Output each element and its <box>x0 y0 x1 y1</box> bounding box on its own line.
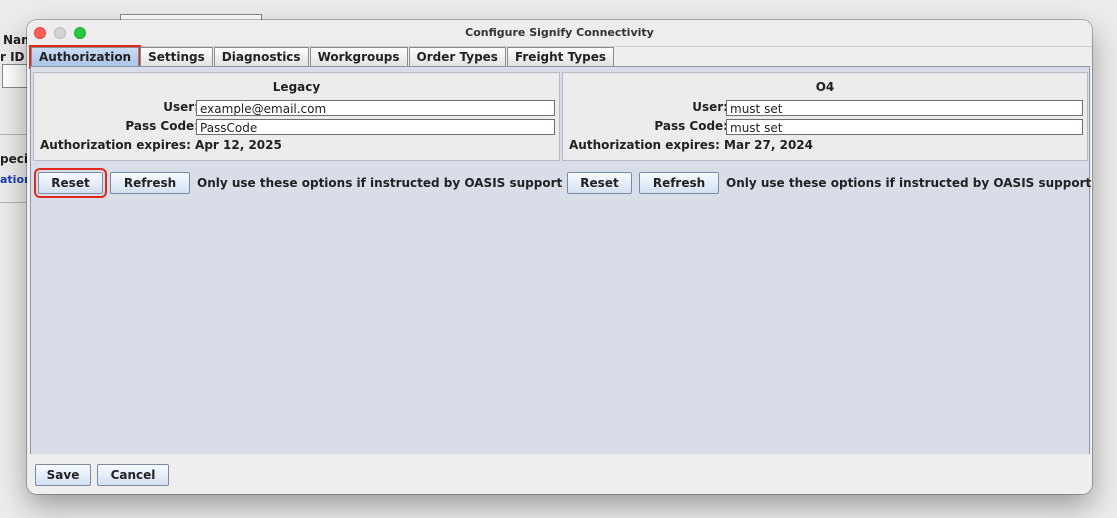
tab-workgroups[interactable]: Workgroups <box>309 47 408 66</box>
o4-support-note: Only use these options if instructed by … <box>726 176 1092 190</box>
o4-title: O4 <box>815 80 835 94</box>
dialog-button-bar: Save Cancel <box>27 454 1092 494</box>
o4-reset-button[interactable]: Reset <box>567 172 632 194</box>
save-button[interactable]: Save <box>35 464 91 486</box>
tab-authorization[interactable]: Authorization <box>28 45 142 69</box>
bg-special-label: peci <box>0 152 28 166</box>
legacy-passcode-field[interactable]: PassCode <box>196 119 555 135</box>
close-window-icon[interactable] <box>34 27 46 39</box>
legacy-expires: Authorization expires: Apr 12, 2025 <box>40 138 282 152</box>
legacy-title: Legacy <box>272 80 321 94</box>
tab-freight-types[interactable]: Freight Types <box>506 47 615 66</box>
legacy-user-field[interactable]: example@email.com <box>196 100 555 116</box>
dialog-title: Configure Signify Connectivity <box>465 26 654 39</box>
minimize-window-icon[interactable] <box>54 27 66 39</box>
bg-divider-2 <box>0 202 27 203</box>
tab-bar: Authorization Settings Diagnostics Workg… <box>28 45 615 69</box>
tab-settings[interactable]: Settings <box>140 47 213 66</box>
title-bar[interactable]: Configure Signify Connectivity <box>27 20 1092 47</box>
bg-id-label: r ID <box>0 50 25 64</box>
o4-panel: O4 User: must set Pass Code: must set Au… <box>562 72 1088 161</box>
legacy-passcode-label: Pass Code: <box>125 119 199 133</box>
o4-expires: Authorization expires: Mar 27, 2024 <box>569 138 814 152</box>
legacy-panel: Legacy User: example@email.com Pass Code… <box>33 72 560 161</box>
tab-order-types[interactable]: Order Types <box>408 47 506 66</box>
o4-passcode-label: Pass Code: <box>654 119 728 133</box>
maximize-window-icon[interactable] <box>74 27 86 39</box>
o4-user-field[interactable]: must set <box>726 100 1083 116</box>
tab-diagnostics[interactable]: Diagnostics <box>213 47 309 66</box>
o4-passcode-field[interactable]: must set <box>726 119 1083 135</box>
bg-id-field <box>2 64 28 88</box>
bg-divider <box>0 134 27 135</box>
o4-refresh-button[interactable]: Refresh <box>639 172 719 194</box>
cancel-button[interactable]: Cancel <box>97 464 169 486</box>
configure-dialog: Configure Signify Connectivity Authoriza… <box>27 20 1092 494</box>
legacy-reset-button[interactable]: Reset <box>34 168 107 198</box>
legacy-support-note: Only use these options if instructed by … <box>197 176 563 190</box>
o4-user-label: User: <box>692 100 728 114</box>
legacy-refresh-button[interactable]: Refresh <box>110 172 190 194</box>
legacy-user-label: User: <box>163 100 199 114</box>
authorization-tab-panel: Legacy User: example@email.com Pass Code… <box>30 66 1092 456</box>
